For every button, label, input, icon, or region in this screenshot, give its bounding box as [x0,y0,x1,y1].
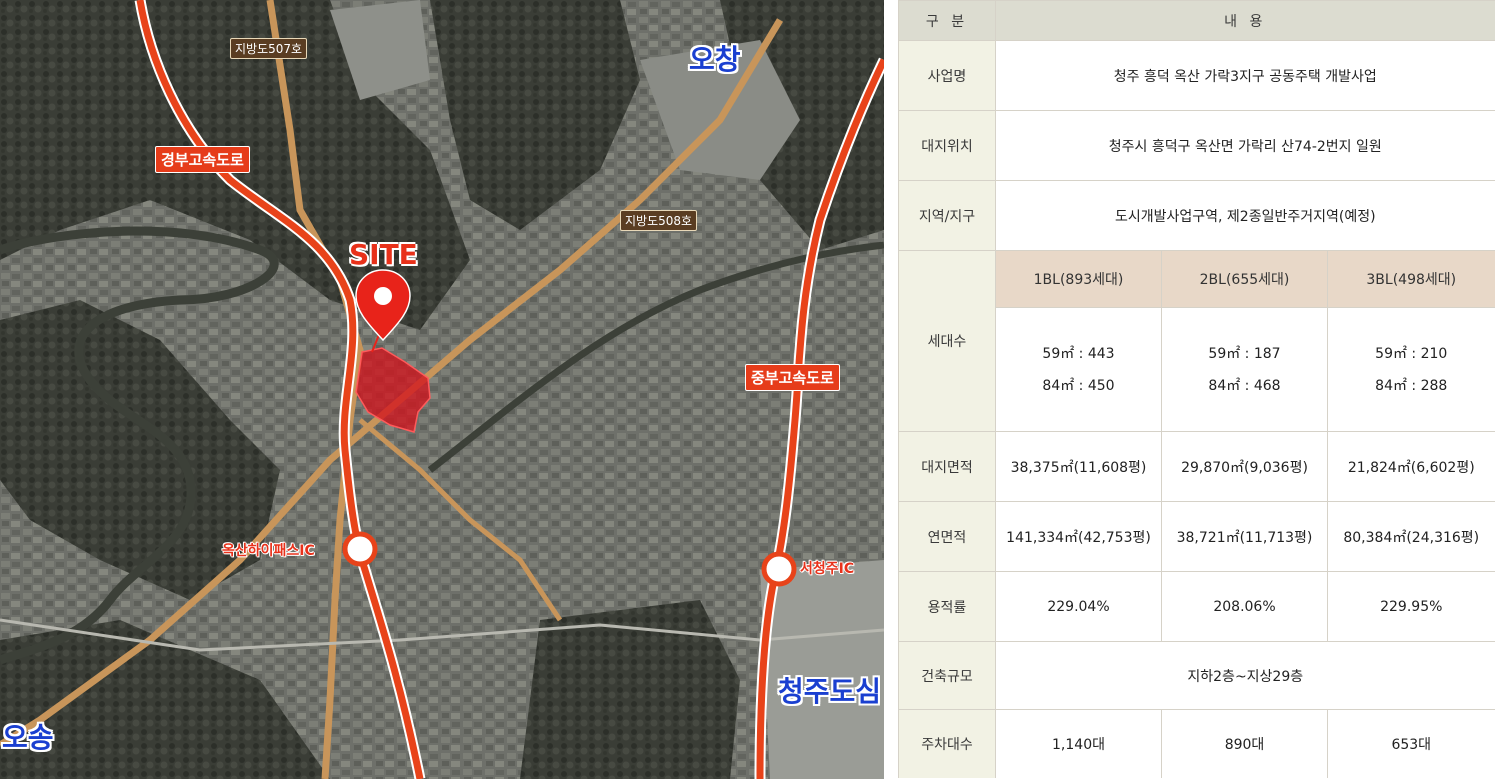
table-row-floor-area: 연면적 141,334㎡(42,753평) 38,721㎡(11,713평) 8… [898,501,1495,572]
gyeongbu-expressway-label: 경부고속도로 [155,146,250,173]
block-1-units-59: 59㎡ : 443 [1042,345,1115,362]
block-1-units-84: 84㎡ : 450 [1042,377,1115,394]
jungbu-expressway-label: 중부고속도로 [745,364,840,391]
site-area-1bl: 38,375㎡(11,608평) [995,431,1162,502]
ochang-city-label: 오창 [689,43,741,76]
table-row-project-name: 사업명 청주 흥덕 옥산 가락3지구 공동주택 개발사업 [898,40,1495,111]
local-road-508-label: 지방도508호 [620,210,698,231]
site-location-map: SITE 오창 오송 청주도심 경부고속도로 중부고속도로 지방도507호 지방… [0,0,884,779]
table-row-parking: 주차대수 1,140대 890대 653대 [898,709,1495,778]
table-row-scale: 건축규모 지하2층~지상29층 [898,641,1495,710]
cheongju-dosim-label: 청주도심 [778,675,882,708]
seocheongju-ic-marker [761,551,797,587]
seocheongju-ic-label: 서청주IC [800,561,855,577]
far-2bl: 208.06% [1161,571,1328,642]
floor-area-label: 연면적 [898,501,996,572]
far-3bl: 229.95% [1326,571,1495,642]
zone-value: 도시개발사업구역, 제2종일반주거지역(예정) [994,180,1495,251]
block-3-units: 59㎡ : 210 84㎡ : 288 [1326,307,1495,432]
project-name-value: 청주 흥덕 옥산 가락3지구 공동주택 개발사업 [994,40,1495,111]
project-name-label: 사업명 [898,40,996,111]
table-row-far: 용적률 229.04% 208.06% 229.95% [898,571,1495,642]
zone-label: 지역/지구 [898,180,996,251]
far-1bl: 229.04% [995,571,1162,642]
block-1-units: 59㎡ : 443 84㎡ : 450 [995,307,1162,432]
block-2-name: 2BL(655세대) [1161,250,1328,308]
block-3-units-59: 59㎡ : 210 [1375,345,1448,362]
block-2-units: 59㎡ : 187 84㎡ : 468 [1161,307,1328,432]
parking-1bl: 1,140대 [995,709,1162,778]
site-area-2bl: 29,870㎡(9,036평) [1161,431,1328,502]
floor-area-2bl: 38,721㎡(11,713평) [1161,501,1328,572]
far-label: 용적률 [898,571,996,642]
parking-3bl: 653대 [1326,709,1495,778]
osong-city-label: 오송 [2,721,54,754]
oksan-ic-label: 옥산하이패스IC [222,543,315,559]
table-row-site-area: 대지면적 38,375㎡(11,608평) 29,870㎡(9,036평) 21… [898,431,1495,502]
site-area-3bl: 21,824㎡(6,602평) [1326,431,1495,502]
site-area-label: 대지면적 [898,431,996,502]
parking-label: 주차대수 [898,709,996,778]
header-category: 구 분 [898,0,996,41]
local-road-507-label: 지방도507호 [230,38,308,59]
block-3-name: 3BL(498세대) [1326,250,1495,308]
parking-2bl: 890대 [1161,709,1328,778]
block-1-name: 1BL(893세대) [995,250,1162,308]
oksan-ic-marker [342,531,378,567]
location-value: 청주시 흥덕구 옥산면 가락리 산74-2번지 일원 [994,110,1495,181]
location-label: 대지위치 [898,110,996,181]
project-overview-table: 구 분 내 용 사업명 청주 흥덕 옥산 가락3지구 공동주택 개발사업 대지위… [898,0,1495,778]
header-content: 내 용 [994,0,1495,41]
floor-area-3bl: 80,384㎡(24,316평) [1326,501,1495,572]
table-row-location: 대지위치 청주시 흥덕구 옥산면 가락리 산74-2번지 일원 [898,110,1495,181]
scale-label: 건축규모 [898,641,996,710]
project-overview-table-container: 구 분 내 용 사업명 청주 흥덕 옥산 가락3지구 공동주택 개발사업 대지위… [898,0,1495,779]
site-pin-dot [374,287,392,305]
block-3-units-84: 84㎡ : 288 [1375,377,1448,394]
scale-value: 지하2층~지상29층 [994,641,1495,710]
site-label: SITE [349,238,418,271]
table-row-zone: 지역/지구 도시개발사업구역, 제2종일반주거지역(예정) [898,180,1495,251]
block-2-units-59: 59㎡ : 187 [1208,345,1281,362]
floor-area-1bl: 141,334㎡(42,753평) [995,501,1162,572]
table-header-row: 구 분 내 용 [898,0,1495,41]
table-row-units-header: 세대수 1BL(893세대) 2BL(655세대) 3BL(498세대) [898,250,1495,432]
block-2-units-84: 84㎡ : 468 [1208,377,1281,394]
units-label: 세대수 [898,250,996,432]
